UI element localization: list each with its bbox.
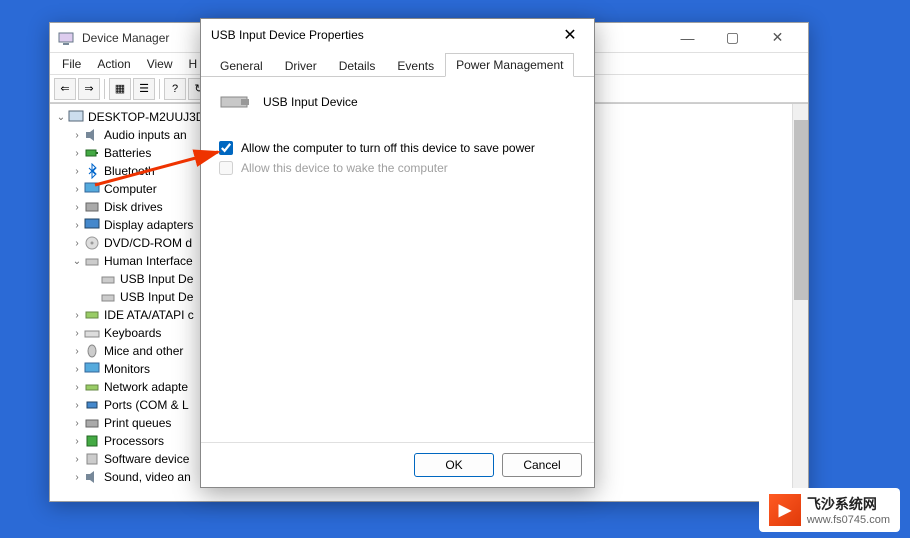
watermark-logo: ▶ — [769, 494, 801, 526]
mouse-icon — [84, 343, 100, 359]
checkbox-turn-off[interactable] — [219, 141, 233, 155]
tree-label: Network adapte — [104, 380, 188, 394]
watermark-url: www.fs0745.com — [807, 514, 890, 526]
tree-label: Computer — [104, 182, 157, 196]
ide-icon — [84, 307, 100, 323]
software-icon — [84, 451, 100, 467]
watermark: ▶ 飞沙系统网 www.fs0745.com — [759, 488, 900, 532]
ok-button[interactable]: OK — [414, 453, 494, 477]
check-wake-label: Allow this device to wake the computer — [241, 161, 448, 175]
computer-icon — [68, 109, 84, 125]
prop-title: USB Input Device Properties — [211, 28, 556, 42]
tool-back[interactable]: ⇐ — [54, 78, 76, 100]
tab-driver[interactable]: Driver — [274, 54, 328, 77]
tree-label: Software device — [104, 452, 189, 466]
device-manager-icon — [58, 30, 74, 46]
tree-label: Display adapters — [104, 218, 193, 232]
tree-label: USB Input De — [120, 272, 193, 286]
bluetooth-icon — [84, 163, 100, 179]
dvd-icon — [84, 235, 100, 251]
tree-label: Processors — [104, 434, 164, 448]
tab-power-management[interactable]: Power Management — [445, 53, 574, 77]
tree-label: Bluetooth — [104, 164, 155, 178]
tree-label: Print queues — [104, 416, 171, 430]
usb-icon — [100, 271, 116, 287]
tool-forward[interactable]: ⇒ — [78, 78, 100, 100]
close-button[interactable]: ✕ — [755, 24, 800, 52]
tree-label: IDE ATA/ATAPI c — [104, 308, 194, 322]
check-wake: Allow this device to wake the computer — [219, 161, 576, 175]
menu-action[interactable]: Action — [89, 55, 138, 73]
scrollbar-thumb[interactable] — [794, 120, 808, 300]
prop-buttons: OK Cancel — [201, 442, 594, 487]
cancel-button[interactable]: Cancel — [502, 453, 582, 477]
properties-dialog: USB Input Device Properties ✕ General Dr… — [200, 18, 595, 488]
tool-view[interactable]: ▦ — [109, 78, 131, 100]
computer-icon — [84, 181, 100, 197]
tree-label: Sound, video an — [104, 470, 191, 484]
separator — [104, 79, 105, 99]
prop-titlebar: USB Input Device Properties ✕ — [201, 19, 594, 51]
sound-icon — [84, 469, 100, 485]
tree-label: DESKTOP-M2UUJ3D — [88, 110, 204, 124]
minimize-button[interactable]: — — [665, 24, 710, 52]
audio-icon — [84, 127, 100, 143]
device-name: USB Input Device — [263, 95, 358, 109]
keyboard-icon — [84, 325, 100, 341]
network-icon — [84, 379, 100, 395]
tree-label: Human Interface — [104, 254, 193, 268]
disk-icon — [84, 199, 100, 215]
prop-tabs: General Driver Details Events Power Mana… — [201, 51, 594, 77]
scrollbar[interactable] — [792, 104, 808, 501]
watermark-name: 飞沙系统网 — [807, 494, 890, 514]
tree-label: Monitors — [104, 362, 150, 376]
tree-label: Mice and other — [104, 344, 183, 358]
printer-icon — [84, 415, 100, 431]
display-icon — [84, 217, 100, 233]
close-icon[interactable]: ✕ — [556, 21, 584, 49]
checkbox-wake — [219, 161, 233, 175]
check-turn-off[interactable]: Allow the computer to turn off this devi… — [219, 141, 576, 155]
check-turn-off-label: Allow the computer to turn off this devi… — [241, 141, 535, 155]
processor-icon — [84, 433, 100, 449]
tab-events[interactable]: Events — [386, 54, 445, 77]
tree-label: Disk drives — [104, 200, 163, 214]
port-icon — [84, 397, 100, 413]
device-header: USB Input Device — [219, 91, 576, 113]
tree-label: DVD/CD-ROM d — [104, 236, 192, 250]
menu-file[interactable]: File — [54, 55, 89, 73]
tab-details[interactable]: Details — [328, 54, 387, 77]
tab-general[interactable]: General — [209, 54, 274, 77]
usb-icon — [100, 289, 116, 305]
usb-device-icon — [219, 91, 251, 113]
tree-label: USB Input De — [120, 290, 193, 304]
menu-view[interactable]: View — [139, 55, 181, 73]
hid-icon — [84, 253, 100, 269]
tree-label: Ports (COM & L — [104, 398, 189, 412]
prop-content: USB Input Device Allow the computer to t… — [201, 77, 594, 442]
battery-icon — [84, 145, 100, 161]
tool-help[interactable]: ? — [164, 78, 186, 100]
tree-label: Audio inputs an — [104, 128, 187, 142]
tree-label: Batteries — [104, 146, 151, 160]
monitor-icon — [84, 361, 100, 377]
tree-label: Keyboards — [104, 326, 161, 340]
maximize-button[interactable]: ▢ — [710, 24, 755, 52]
tool-detail[interactable]: ☰ — [133, 78, 155, 100]
separator — [159, 79, 160, 99]
